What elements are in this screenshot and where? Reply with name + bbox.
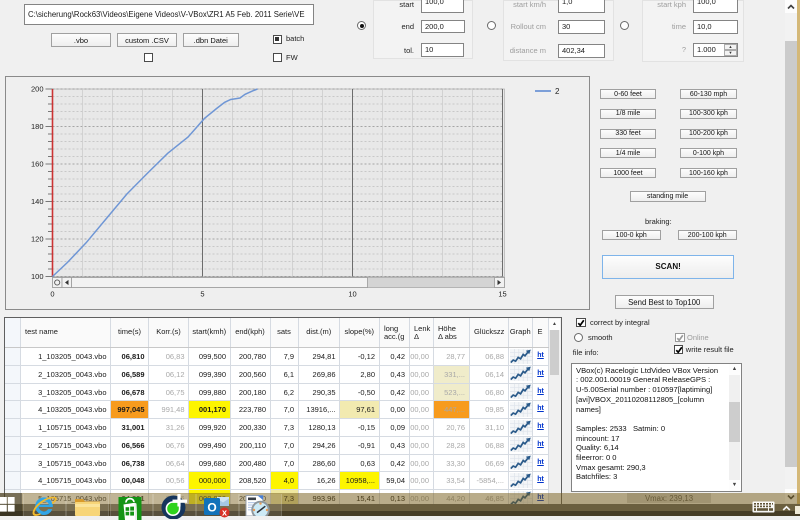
svg-text:x: x (222, 508, 227, 518)
svg-text:180: 180 (30, 122, 43, 131)
svg-text:120: 120 (30, 235, 43, 244)
svg-text:10: 10 (348, 290, 356, 299)
svg-text:O: O (207, 501, 216, 515)
svg-text:15: 15 (498, 290, 506, 299)
svg-text:0: 0 (50, 290, 54, 299)
svg-text:100: 100 (30, 272, 43, 281)
svg-text:2: 2 (555, 87, 560, 96)
svg-text:140: 140 (30, 197, 43, 206)
svg-text:200: 200 (30, 85, 43, 94)
svg-text:5: 5 (200, 290, 204, 299)
svg-text:160: 160 (30, 160, 43, 169)
